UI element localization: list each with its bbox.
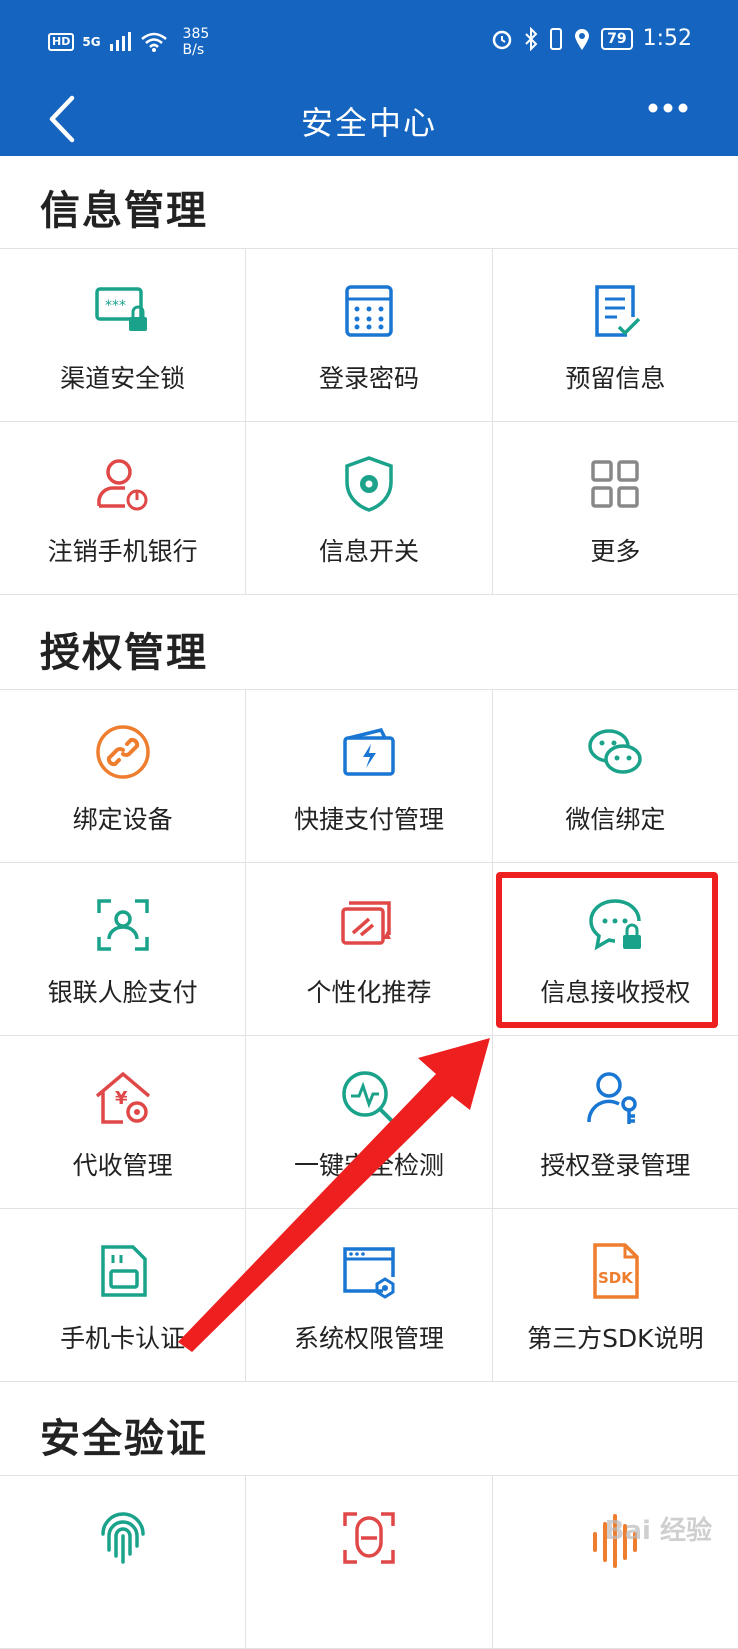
svg-text:SDK: SDK: [598, 1269, 634, 1287]
menu-item-fingerprint[interactable]: [0, 1476, 247, 1648]
fingerprint-icon: [100, 1512, 145, 1564]
security-verification-grid: [0, 1475, 738, 1649]
more-options-icon[interactable]: [648, 100, 688, 116]
baidu-watermark: Bai 经验: [604, 1516, 712, 1546]
menu-item-voiceprint[interactable]: [493, 1476, 738, 1648]
menu-item-channel-lock[interactable]: *** 渠道安全锁: [0, 249, 247, 421]
menu-item-unionpay-face-pay[interactable]: 银联人脸支付: [0, 863, 247, 1035]
menu-item-label: 快捷支付管理: [293, 805, 444, 834]
speed-value: 385: [182, 26, 210, 42]
menu-item-personalized-recommendation[interactable]: 个性化推荐: [246, 863, 493, 1035]
menu-item-quick-pay-management[interactable]: 快捷支付管理: [246, 690, 493, 862]
user-power-icon: [96, 459, 148, 511]
network-speed: 385 B/s: [183, 26, 210, 58]
menu-item-label: 第三方SDK说明: [527, 1324, 704, 1353]
menu-item-label: 登录密码: [318, 364, 419, 393]
menu-item-label: 预留信息: [565, 364, 666, 393]
monitor-lock-icon: ***: [94, 287, 147, 331]
sim-card-icon: [100, 1245, 147, 1297]
menu-item-label: 微信绑定: [565, 805, 666, 834]
menu-item-authorized-login-management[interactable]: 授权登录管理: [493, 1036, 738, 1208]
section-title-info-management: 信息管理: [40, 188, 208, 234]
menu-item-label: 更多: [590, 537, 641, 566]
menu-item-login-password[interactable]: 登录密码: [246, 249, 493, 421]
menu-item-label: 代收管理: [72, 1151, 173, 1180]
face-id-icon: [343, 1512, 395, 1564]
cards-pen-icon: [341, 901, 391, 945]
menu-item-reserved-info[interactable]: 预留信息: [493, 249, 738, 421]
svg-text:***: ***: [105, 298, 126, 314]
battery-indicator: 79: [601, 27, 633, 50]
menu-item-label: 注销手机银行: [47, 537, 198, 566]
network-type: 5G: [82, 35, 101, 49]
wechat-icon: [588, 729, 643, 774]
section-title-authorization-management: 授权管理: [40, 630, 208, 676]
menu-item-label: 银联人脸支付: [47, 978, 198, 1007]
menu-item-label: 手机卡认证: [60, 1324, 186, 1353]
menu-item-sim-card-authentication[interactable]: 手机卡认证: [0, 1209, 247, 1381]
window-gear-icon: [343, 1247, 395, 1299]
shield-gear-icon: [345, 456, 393, 512]
menu-item-label: 授权登录管理: [540, 1151, 691, 1180]
menu-item-third-party-sdk-info[interactable]: SDK 第三方SDK说明: [493, 1209, 738, 1381]
wifi-icon: [140, 32, 167, 52]
menu-item-label: 个性化推荐: [306, 978, 432, 1007]
user-key-icon: [587, 1072, 638, 1124]
grid-more-icon: [591, 460, 640, 508]
sdk-file-icon: SDK: [593, 1243, 640, 1299]
menu-item-label: 信息开关: [318, 537, 419, 566]
status-bar: HD 5G 385 B/s 79 1:52: [0, 0, 738, 82]
bluetooth-icon: [525, 26, 538, 51]
menu-item-collection-management[interactable]: ¥ 代收管理: [0, 1036, 247, 1208]
menu-item-one-click-security-check[interactable]: 一键安全检测: [246, 1036, 493, 1208]
menu-item-info-switch[interactable]: 信息开关: [246, 422, 493, 594]
app-bar: 安全中心: [0, 82, 738, 156]
document-check-icon: [595, 285, 641, 337]
section-title-security-verification: 安全验证: [40, 1416, 208, 1462]
menu-item-cancel-mobile-banking[interactable]: 注销手机银行: [0, 422, 247, 594]
house-yen-icon: ¥: [95, 1071, 150, 1124]
face-scan-icon: [96, 899, 149, 951]
page-title: 安全中心: [300, 104, 437, 142]
clock: 1:52: [642, 26, 692, 51]
menu-item-system-permission-management[interactable]: 系统权限管理: [246, 1209, 493, 1381]
keypad-icon: [345, 285, 393, 337]
alarm-icon: [492, 30, 512, 49]
menu-item-label: 系统权限管理: [293, 1324, 444, 1353]
magnifier-pulse-icon: [342, 1071, 395, 1124]
menu-item-bind-device[interactable]: 绑定设备: [0, 690, 247, 862]
speed-unit: B/s: [182, 42, 205, 58]
highlight-box: [496, 872, 718, 1028]
menu-item-more[interactable]: 更多: [493, 422, 738, 594]
svg-text:¥: ¥: [115, 1088, 128, 1109]
info-management-grid: *** 渠道安全锁 登录密码 预留信息 注销手机银行 信息开关 更多: [0, 248, 738, 595]
wallet-bolt-icon: [343, 727, 395, 776]
menu-item-label: 绑定设备: [72, 805, 173, 834]
location-icon: [575, 28, 590, 50]
menu-item-label: 一键安全检测: [293, 1151, 444, 1180]
authorization-management-grid: 绑定设备 快捷支付管理 微信绑定 银联人脸支付 个性化推荐 信息接收授权 ¥ 代…: [0, 689, 738, 1382]
menu-item-label: 渠道安全锁: [60, 364, 186, 393]
menu-item-wechat-binding[interactable]: 微信绑定: [493, 690, 738, 862]
link-icon: [95, 725, 150, 779]
signal-icon: [109, 32, 131, 51]
menu-item-face-recognition[interactable]: [246, 1476, 493, 1648]
vibrate-icon: [550, 27, 563, 50]
hd-badge: HD: [48, 33, 75, 51]
